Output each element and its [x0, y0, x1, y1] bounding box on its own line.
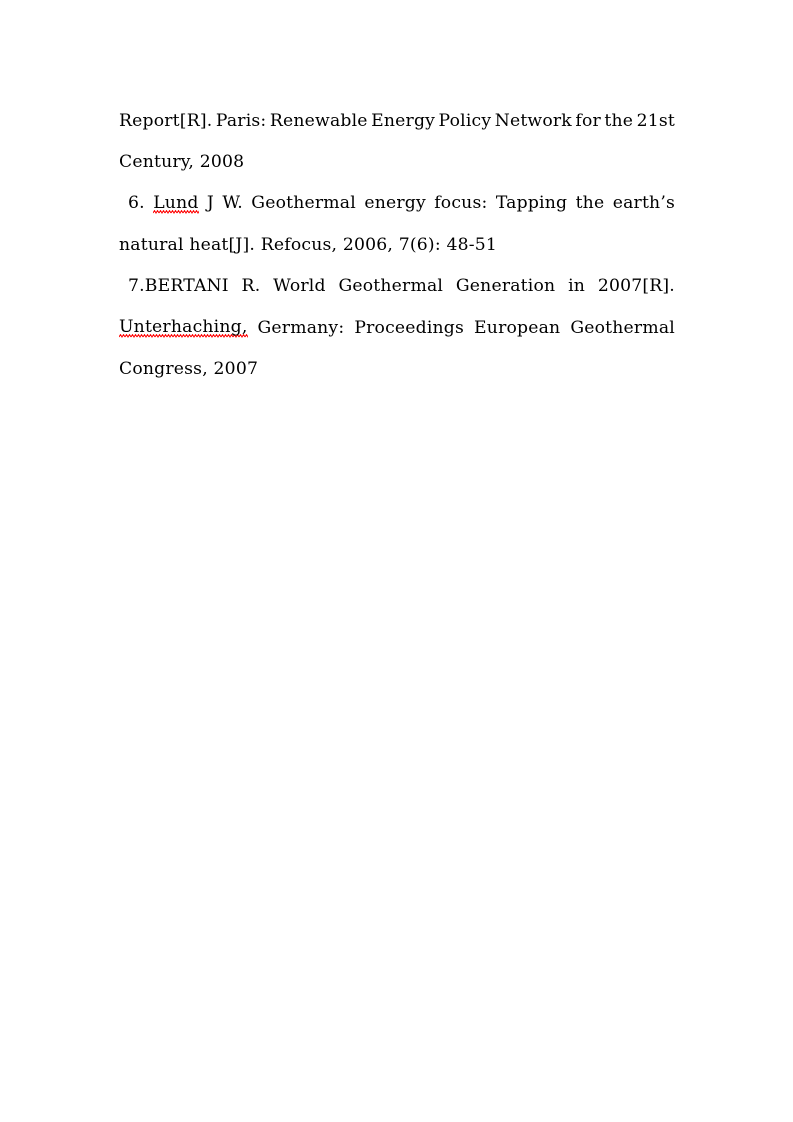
word: 2007[R]. — [597, 276, 675, 297]
word: Policy — [438, 110, 492, 131]
misspelled-word: Unterhaching, — [119, 317, 248, 339]
word: Refocus, — [260, 234, 338, 255]
misspelled-word: Lund — [153, 192, 199, 214]
word: natural — [119, 234, 184, 255]
word: in — [568, 276, 586, 297]
references-text-body: Report[R]. Paris: Renewable Energy Policy Net… — [119, 100, 675, 390]
word: 2007 — [213, 359, 259, 380]
word: Proceedings — [354, 317, 465, 338]
word: Geothermal — [338, 276, 444, 297]
word: 7.BERTANI — [128, 276, 229, 297]
word: World — [273, 276, 326, 297]
word: W. — [222, 193, 243, 214]
word: Energy — [371, 110, 436, 131]
word: 7(6): — [398, 234, 441, 255]
word: Germany: — [257, 317, 345, 338]
word: 21st — [636, 110, 675, 131]
text-line: Report[R]. Paris: Renewable Energy Policy Net… — [119, 100, 675, 141]
word: Congress, — [119, 359, 208, 380]
text-line: Congress, 2007 — [119, 348, 675, 389]
word: Tapping — [495, 193, 568, 214]
word: R. — [241, 276, 261, 297]
word: 2006, — [342, 234, 394, 255]
text-line: natural heat[J]. Refocus, 2006, 7(6): 48… — [119, 224, 675, 265]
word: for — [575, 110, 601, 131]
word: J — [206, 193, 215, 214]
document-page: Report[R]. Paris: Renewable Energy Policy Net… — [0, 0, 793, 1122]
word: Renewable — [269, 110, 368, 131]
word: the — [604, 110, 634, 131]
word: 2008 — [199, 152, 245, 173]
word: energy — [364, 193, 426, 214]
word: heat[J]. — [189, 234, 256, 255]
text-line: Unterhaching, Germany: Proceedings European… — [119, 307, 675, 348]
word: earth’s — [612, 193, 675, 214]
word: Report[R]. — [119, 110, 213, 131]
word: Geothermal — [251, 193, 356, 214]
word: Paris: — [215, 110, 267, 131]
text-line: 7.BERTANI R. World Geothermal Generation in 20… — [119, 266, 675, 307]
word: Network — [494, 110, 572, 131]
text-line: 6. Lund J W. Geothermal energy focus: Tapping th… — [119, 183, 675, 224]
text-line: Century, 2008 — [119, 141, 675, 182]
word: the — [575, 193, 605, 214]
word: Generation — [455, 276, 556, 297]
word: 48-51 — [446, 234, 498, 255]
word: focus: — [434, 193, 488, 214]
word: European — [474, 317, 561, 338]
word: Century, — [119, 152, 195, 173]
word: 6. — [128, 193, 145, 214]
word: Geothermal — [570, 317, 675, 338]
